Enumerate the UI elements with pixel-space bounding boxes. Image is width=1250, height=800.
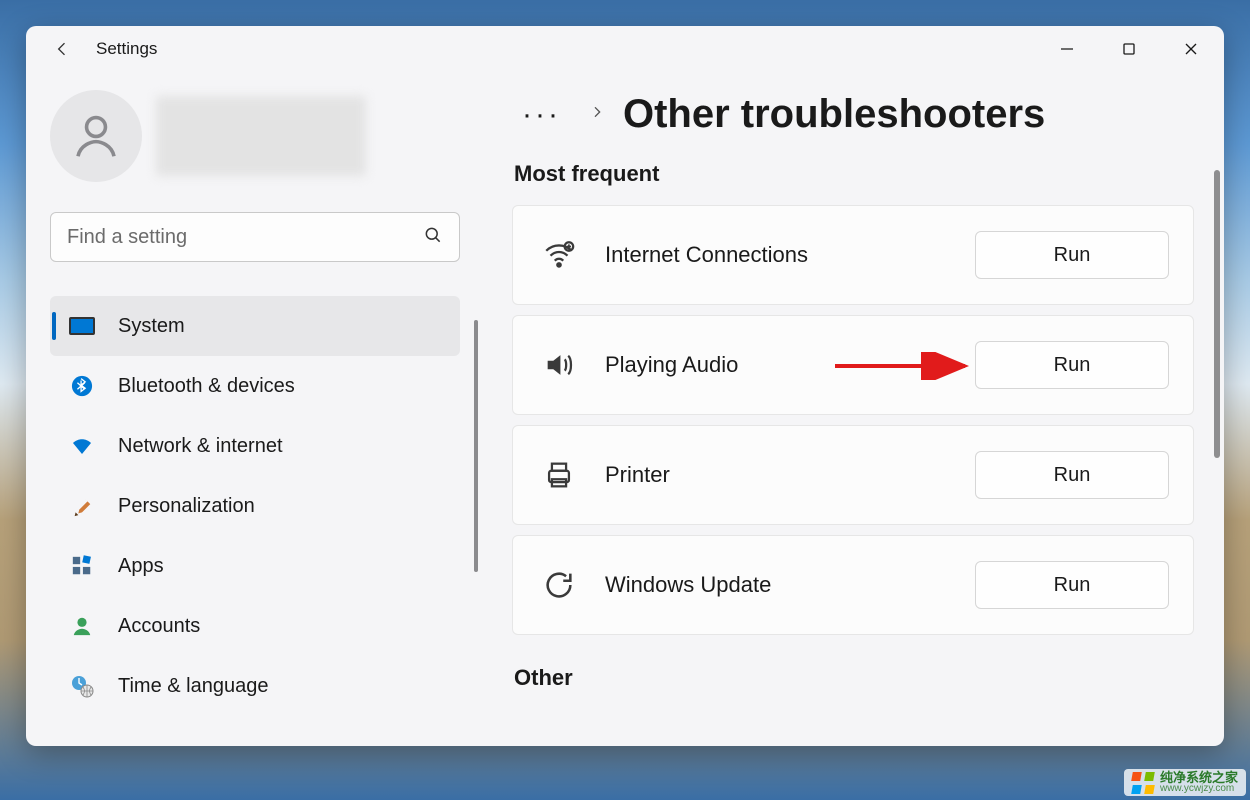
person-icon [69, 109, 123, 163]
sidebar-item-bluetooth[interactable]: Bluetooth & devices [50, 356, 460, 416]
system-icon [68, 317, 96, 335]
sidebar-item-system[interactable]: System [50, 296, 460, 356]
sidebar-item-label: Apps [118, 555, 164, 578]
sidebar-item-label: Network & internet [118, 435, 283, 458]
troubleshooter-list: Internet Connections Run Playing Audio R… [512, 205, 1204, 635]
run-button[interactable]: Run [975, 231, 1169, 279]
titlebar: Settings [26, 26, 1224, 72]
account-icon [68, 615, 96, 637]
printer-icon [537, 458, 581, 492]
maximize-button[interactable] [1098, 26, 1160, 72]
nav-list: System Bluetooth & devices Network & int… [50, 296, 460, 716]
watermark-logo-icon [1132, 772, 1154, 794]
run-button[interactable]: Run [975, 341, 1169, 389]
minimize-icon [1060, 42, 1074, 56]
sidebar-item-label: System [118, 315, 185, 338]
section-heading-most-frequent: Most frequent [514, 161, 1204, 187]
content-scrollbar[interactable] [1214, 170, 1220, 458]
watermark: 纯净系统之家 www.ycwjzy.com [1124, 769, 1246, 796]
avatar [50, 90, 142, 182]
sidebar-item-apps[interactable]: Apps [50, 536, 460, 596]
sidebar-item-accounts[interactable]: Accounts [50, 596, 460, 656]
watermark-line2: www.ycwjzy.com [1160, 784, 1238, 794]
main-content: ··· Other troubleshooters Most frequent … [484, 72, 1224, 746]
sidebar-item-label: Bluetooth & devices [118, 375, 295, 398]
breadcrumb-overflow-button[interactable]: ··· [512, 98, 571, 132]
troubleshooter-printer: Printer Run [512, 425, 1194, 525]
window-body: System Bluetooth & devices Network & int… [26, 72, 1224, 746]
wifi-icon [537, 238, 581, 272]
wifi-icon [68, 434, 96, 458]
profile-block[interactable] [50, 90, 460, 182]
section-heading-other: Other [514, 665, 1204, 691]
close-button[interactable] [1160, 26, 1222, 72]
sidebar: System Bluetooth & devices Network & int… [26, 72, 484, 746]
app-title: Settings [96, 39, 157, 59]
bluetooth-icon [68, 375, 96, 397]
troubleshooter-internet-connections: Internet Connections Run [512, 205, 1194, 305]
troubleshooter-playing-audio: Playing Audio Run [512, 315, 1194, 415]
run-button[interactable]: Run [975, 561, 1169, 609]
page-title: Other troubleshooters [623, 92, 1045, 137]
profile-info-redacted [156, 96, 366, 176]
clock-globe-icon [68, 674, 96, 698]
arrow-left-icon [52, 39, 72, 59]
sidebar-item-time-language[interactable]: Time & language [50, 656, 460, 716]
settings-window: Settings [26, 26, 1224, 746]
brush-icon [68, 495, 96, 517]
troubleshooter-windows-update: Windows Update Run [512, 535, 1194, 635]
troubleshooter-label: Internet Connections [605, 242, 975, 268]
sidebar-item-network[interactable]: Network & internet [50, 416, 460, 476]
sidebar-scrollbar[interactable] [474, 320, 478, 572]
window-controls [1036, 26, 1222, 72]
search-input[interactable] [67, 226, 423, 249]
audio-icon [537, 348, 581, 382]
search-icon [423, 225, 443, 250]
troubleshooter-label: Windows Update [605, 572, 975, 598]
run-button[interactable]: Run [975, 451, 1169, 499]
troubleshooter-label: Playing Audio [605, 352, 975, 378]
minimize-button[interactable] [1036, 26, 1098, 72]
close-icon [1184, 42, 1198, 56]
maximize-icon [1122, 42, 1136, 56]
breadcrumb: ··· Other troubleshooters [512, 92, 1204, 137]
apps-icon [68, 555, 96, 577]
troubleshooter-label: Printer [605, 462, 975, 488]
search-box[interactable] [50, 212, 460, 262]
sidebar-item-label: Accounts [118, 615, 200, 638]
back-button[interactable] [42, 29, 82, 69]
sidebar-item-label: Personalization [118, 495, 255, 518]
chevron-right-icon [589, 104, 605, 125]
sidebar-item-personalization[interactable]: Personalization [50, 476, 460, 536]
sidebar-item-label: Time & language [118, 675, 268, 698]
update-icon [537, 568, 581, 602]
